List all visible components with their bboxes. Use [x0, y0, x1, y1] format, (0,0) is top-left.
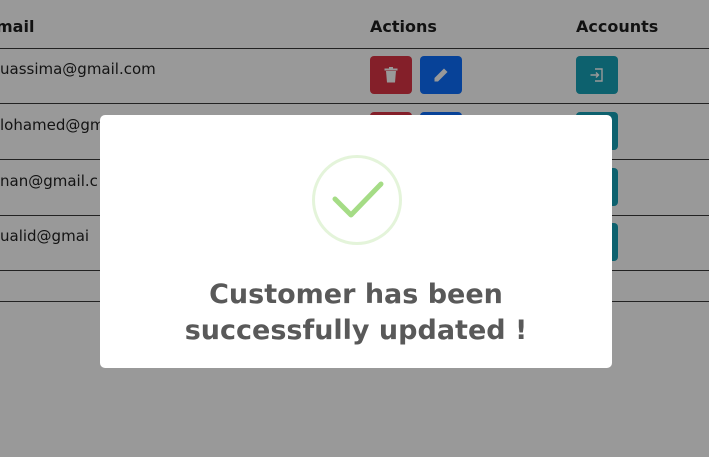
checkmark-icon	[332, 181, 384, 218]
modal-title-line-1: Customer has been	[209, 279, 503, 310]
success-modal: Customer has been successfully updated !	[100, 115, 612, 368]
success-check-icon	[312, 155, 402, 245]
modal-title: Customer has been successfully updated !	[100, 277, 612, 349]
modal-title-line-2: successfully updated !	[184, 315, 528, 346]
